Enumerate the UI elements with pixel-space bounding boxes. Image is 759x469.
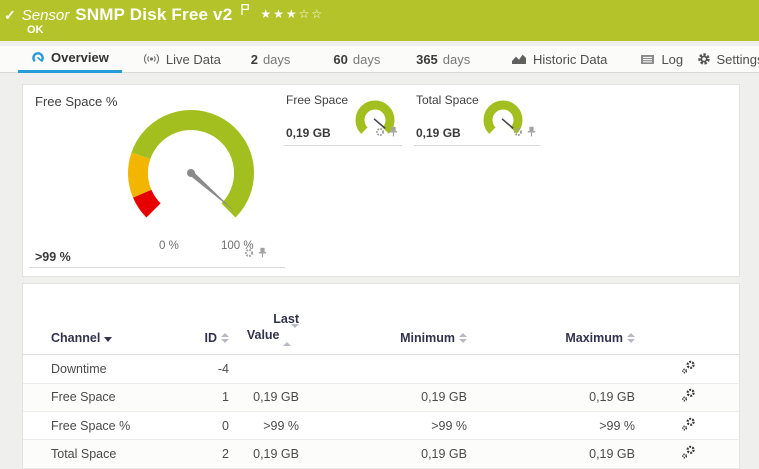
channel-name: Total Space <box>51 447 117 462</box>
gauge-pin-icon[interactable] <box>258 245 267 263</box>
sort-caret-down-icon <box>104 337 113 343</box>
column-header-channel[interactable]: Channel <box>51 331 201 345</box>
priority-stars[interactable]: ★★★☆☆ <box>260 7 324 21</box>
gauge-free-space: Free Space 0,19 GB <box>284 89 402 146</box>
tab-day-unit: days <box>262 51 291 67</box>
gauge-pin-icon[interactable] <box>389 124 398 142</box>
tab-label: Historic Data <box>533 51 608 67</box>
column-header-id[interactable]: ID <box>201 331 229 345</box>
gauge-dial <box>128 109 254 218</box>
channel-minimum: 0,19 GB <box>421 390 467 405</box>
tab-day-count: 60 <box>333 51 348 67</box>
channel-minimum: 0,19 GB <box>421 447 467 462</box>
channels-panel: Channel ID Last Value Minimum Maximum Do… <box>22 283 740 469</box>
gauge-total-space: Total Space 0,19 GB <box>414 89 540 146</box>
tab-day-unit: days <box>352 51 381 67</box>
gauge-settings-gear-icon[interactable] <box>244 245 254 263</box>
channel-table-header: Channel ID Last Value Minimum Maximum <box>23 284 739 356</box>
column-label: Maximum <box>565 331 623 346</box>
gauge-value: >99 % <box>35 250 71 264</box>
channel-name: Downtime <box>51 361 107 376</box>
tab-day-unit: days <box>442 51 471 67</box>
table-row-free-space-percent[interactable]: Free Space % 0 >99 % >99 % >99 % <box>23 412 739 441</box>
tab-label: Overview <box>51 50 109 65</box>
tab-day-count: 365 <box>416 51 438 67</box>
gauge-settings-gear-icon[interactable] <box>513 124 523 142</box>
channel-id: 2 <box>222 447 229 462</box>
gauge-title: Total Space <box>416 93 479 107</box>
gauge-value: 0,19 GB <box>416 126 461 140</box>
table-row-free-space[interactable]: Free Space 1 0,19 GB 0,19 GB 0,19 GB <box>23 383 739 413</box>
gauges-panel: Free Space % 0 % 100 % >99 % Free Space … <box>22 84 740 277</box>
table-row-downtime[interactable]: Downtime -4 <box>23 355 739 384</box>
gauge-settings-gear-icon[interactable] <box>375 124 385 142</box>
channel-settings-gears-icon[interactable] <box>681 445 696 463</box>
gauge-value: 0,19 GB <box>286 126 331 140</box>
tab-settings[interactable]: Settings <box>697 46 759 73</box>
column-label: Minimum <box>400 331 455 346</box>
channel-last-value: >99 % <box>263 418 299 433</box>
channel-id: 1 <box>222 390 229 405</box>
area-chart-icon <box>511 53 527 65</box>
channel-maximum: 0,19 GB <box>589 390 635 405</box>
tab-live-data[interactable]: Live Data <box>140 46 224 73</box>
sensor-title: SNMP Disk Free v2 <box>75 5 233 24</box>
sort-icon <box>627 333 635 344</box>
gauge-pin-icon[interactable] <box>527 124 536 142</box>
channel-settings-gears-icon[interactable] <box>681 417 696 435</box>
table-row-total-space[interactable]: Total Space 2 0,19 GB 0,19 GB 0,19 GB <box>23 440 739 469</box>
channel-last-value: 0,19 GB <box>253 447 299 462</box>
sensor-header: ✓ Sensor SNMP Disk Free v2 ★★★☆☆ OK <box>0 0 759 41</box>
channel-id: -4 <box>217 361 229 376</box>
channel-minimum: >99 % <box>431 418 467 433</box>
tab-label: Log <box>661 51 684 67</box>
gauge-title: Free Space % <box>35 94 118 109</box>
column-label: Channel <box>51 331 101 346</box>
tab-bar: Overview Live Data 2 days 60 days 365 da… <box>0 46 759 73</box>
tab-overview[interactable]: Overview <box>18 46 122 73</box>
gauge-scale-min: 0 % <box>159 240 179 252</box>
tab-log[interactable]: Log <box>635 46 689 73</box>
gauge-icon <box>31 51 45 64</box>
tab-label: Live Data <box>165 51 221 67</box>
tab-60-days[interactable]: 60 days <box>325 46 388 73</box>
priority-flag-icon[interactable] <box>240 3 250 21</box>
channel-maximum: 0,19 GB <box>589 447 635 462</box>
gauge-free-space-percent: Free Space % 0 % 100 % >99 % <box>29 89 285 268</box>
sensor-status-badge: OK <box>27 24 44 36</box>
channel-maximum: >99 % <box>599 418 635 433</box>
column-label: Value <box>246 327 280 342</box>
column-label: ID <box>204 331 218 346</box>
tab-2-days[interactable]: 2 days <box>242 46 299 73</box>
tab-day-count: 2 <box>250 51 258 67</box>
channel-name: Free Space % <box>51 418 131 433</box>
column-header-last-value[interactable]: Last Value <box>229 312 299 346</box>
channel-settings-gears-icon[interactable] <box>681 388 696 406</box>
tab-historic-data[interactable]: Historic Data <box>506 46 613 73</box>
column-header-maximum[interactable]: Maximum <box>467 331 635 345</box>
prtg-sensor-page: ✓ Sensor SNMP Disk Free v2 ★★★☆☆ OK Over… <box>0 0 759 469</box>
status-check-icon: ✓ <box>4 6 16 23</box>
channel-name: Free Space <box>51 390 116 405</box>
gear-icon <box>697 52 711 66</box>
channel-last-value: 0,19 GB <box>253 390 299 405</box>
channel-settings-gears-icon[interactable] <box>681 360 696 378</box>
live-signal-icon <box>143 53 160 65</box>
tab-365-days[interactable]: 365 days <box>411 46 476 73</box>
sort-icon <box>459 333 467 344</box>
sort-icon <box>283 323 299 346</box>
column-header-minimum[interactable]: Minimum <box>299 331 467 345</box>
channel-id: 0 <box>222 418 229 433</box>
sort-icon <box>221 333 229 344</box>
sensor-kind-label: Sensor <box>21 6 70 24</box>
gauge-title: Free Space <box>286 93 349 107</box>
tab-label: Settings <box>716 51 759 67</box>
log-list-icon <box>640 54 655 65</box>
